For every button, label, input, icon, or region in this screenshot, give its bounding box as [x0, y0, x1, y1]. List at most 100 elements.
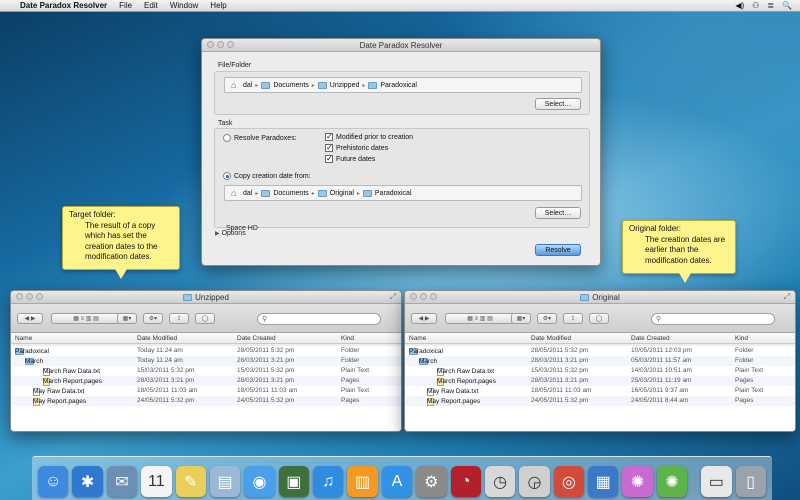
close-icon[interactable]: [410, 293, 417, 300]
table-row[interactable]: ▼ ParadoxicalToday 11:24 am28/05/2011 5:…: [11, 346, 401, 356]
app-swirl2-icon[interactable]: ✺: [656, 466, 688, 497]
view-mode-control[interactable]: ▦ ≡ ▥ ▤: [51, 313, 121, 324]
notes-icon[interactable]: ✎: [175, 466, 206, 497]
fullscreen-icon[interactable]: ⤢: [784, 292, 790, 302]
notification-list-icon[interactable]: ≣: [767, 1, 774, 10]
search-input[interactable]: ⚲: [651, 313, 775, 325]
zoom-icon[interactable]: [227, 41, 234, 48]
column-header-date-modified[interactable]: Date Modified: [137, 335, 177, 342]
safari-icon[interactable]: ✱: [72, 466, 103, 497]
source-path-control[interactable]: ⌂ dal ▸ Documents ▸ Unzipped ▸ Paradoxical: [224, 77, 582, 93]
column-header-date-modified[interactable]: Date Modified: [531, 335, 571, 342]
column-header-date-created[interactable]: Date Created: [631, 335, 670, 342]
action-gear-icon[interactable]: ⚙▾: [537, 313, 557, 324]
menu-window[interactable]: Window: [170, 1, 198, 10]
documents-icon[interactable]: ▭: [701, 466, 732, 497]
back-forward-button[interactable]: ◀ ▶: [411, 313, 437, 324]
file-name: March: [25, 358, 44, 365]
file-kind: Plain Text: [341, 367, 370, 374]
select-original-button[interactable]: Select…: [535, 207, 581, 219]
calendar-icon[interactable]: 11: [141, 466, 172, 497]
settings-icon[interactable]: ⚙: [416, 466, 447, 497]
table-row[interactable]: May Raw Data.txt 18/05/2011 11:03 am 18/05…: [11, 386, 401, 396]
column-header-name[interactable]: Name: [15, 335, 32, 342]
tags-icon[interactable]: ◯: [589, 313, 609, 324]
user-icon[interactable]: ⚇: [752, 1, 759, 10]
mail-icon[interactable]: ✉: [106, 466, 138, 497]
date-modified: 18/05/2011 11:03 am: [137, 387, 198, 394]
search-input[interactable]: ⚲: [257, 313, 381, 325]
table-row[interactable]: May Report.pages 24/05/2011 5:32 pm 24/05/…: [11, 396, 401, 406]
dock-glyph: ◔: [460, 472, 471, 490]
arrange-button[interactable]: ▦▾: [511, 313, 531, 324]
app-lifebuoy-icon[interactable]: ◎: [553, 466, 584, 497]
column-header-kind[interactable]: Kind: [735, 335, 748, 342]
minimize-icon[interactable]: [420, 293, 427, 300]
resolve-paradoxes-radio[interactable]: Resolve Paradoxes:: [223, 134, 297, 142]
table-row[interactable]: March Raw Data.txt 15/03/2011 5:32 pm 14/0…: [405, 366, 795, 376]
appstore-icon[interactable]: A: [381, 466, 413, 497]
app-calendar2-icon[interactable]: ▦: [588, 466, 619, 497]
arrange-button[interactable]: ▦▾: [117, 313, 137, 324]
app-swirl-icon[interactable]: ✺: [622, 466, 653, 497]
app-clock2-icon[interactable]: ◶: [519, 466, 550, 497]
original-path-control[interactable]: ⌂ dal ▸ Documents ▸ Original ▸ Paradoxical: [224, 185, 582, 201]
table-row[interactable]: March Raw Data.txt 15/03/2011 5:32 pm 15/0…: [11, 366, 401, 376]
prehistoric-dates-checkbox[interactable]: ✓ Prehistoric dates: [325, 144, 388, 152]
select-source-button[interactable]: Select…: [535, 98, 581, 110]
copy-creation-date-radio[interactable]: Copy creation date from:: [223, 172, 311, 180]
menu-edit[interactable]: Edit: [144, 1, 158, 10]
zoom-icon[interactable]: [36, 293, 43, 300]
dock-glyph: 11: [148, 472, 165, 490]
share-icon[interactable]: ⇪: [563, 313, 583, 324]
finder-icon[interactable]: ☺: [38, 466, 69, 497]
table-row[interactable]: ▼ Paradoxical28/05/2011 5:32 pm10/05/201…: [405, 346, 795, 356]
zoom-icon[interactable]: [430, 293, 437, 300]
tags-icon[interactable]: ◯: [195, 313, 215, 324]
column-header-name[interactable]: Name: [409, 335, 426, 342]
ibooks-icon[interactable]: ▥: [347, 466, 378, 497]
table-row[interactable]: ▼ March28/03/2011 3:21 pm05/03/2011 11:5…: [405, 356, 795, 366]
window-titlebar[interactable]: Original ⤢: [405, 291, 795, 304]
options-disclosure[interactable]: ▶ Options: [215, 230, 246, 237]
app-clock-icon[interactable]: ◷: [484, 466, 516, 497]
action-gear-icon[interactable]: ⚙▾: [143, 313, 163, 324]
dock-glyph: ◷: [493, 473, 508, 491]
dock-glyph: ✎: [183, 473, 198, 491]
itunes-icon[interactable]: ♫: [313, 466, 344, 497]
view-mode-control[interactable]: ▦ ≡ ▥ ▤: [445, 313, 515, 324]
table-row[interactable]: May Raw Data.txt 18/05/2011 11:03 am 16/05…: [405, 386, 795, 396]
table-row[interactable]: March Report.pages 28/03/2011 3:21 pm 25/0…: [405, 376, 795, 386]
window-title: Date Paradox Resolver: [359, 40, 443, 50]
minimize-icon[interactable]: [217, 41, 224, 48]
task-label: Task: [218, 120, 233, 127]
back-forward-button[interactable]: ◀ ▶: [17, 313, 43, 324]
minimize-icon[interactable]: [26, 293, 33, 300]
menu-help[interactable]: Help: [210, 1, 226, 10]
table-row[interactable]: ▼ MarchToday 11:24 am28/03/2011 3:21 pmF…: [11, 356, 401, 366]
modified-prior-checkbox[interactable]: ✓ Modified prior to creation: [325, 133, 413, 141]
date-modified: 18/05/2011 11:03 am: [531, 387, 592, 394]
share-icon[interactable]: ⇪: [169, 313, 189, 324]
window-titlebar[interactable]: Date Paradox Resolver: [202, 39, 600, 52]
close-icon[interactable]: [16, 293, 23, 300]
column-header-date-created[interactable]: Date Created: [237, 335, 276, 342]
photo-icon[interactable]: ▣: [278, 466, 309, 497]
close-icon[interactable]: [207, 41, 214, 48]
menu-file[interactable]: File: [119, 1, 132, 10]
resolve-button[interactable]: Resolve: [535, 244, 581, 256]
trash-icon[interactable]: ▯: [735, 466, 766, 497]
table-row[interactable]: May Report.pages 24/05/2011 5:32 pm 24/05/…: [405, 396, 795, 406]
column-header-kind[interactable]: Kind: [341, 335, 354, 342]
future-dates-checkbox[interactable]: ✓ Future dates: [325, 155, 375, 163]
app-red-icon[interactable]: ◔: [450, 466, 481, 497]
app-menu[interactable]: Date Paradox Resolver: [20, 1, 107, 10]
preview-icon[interactable]: ▤: [209, 466, 241, 497]
fullscreen-icon[interactable]: ⤢: [390, 292, 396, 302]
messages-icon[interactable]: ◉: [244, 466, 275, 497]
path-item: Paradoxical: [380, 81, 417, 89]
spotlight-icon[interactable]: 🔍: [782, 1, 792, 10]
volume-icon[interactable]: ◀): [735, 1, 744, 10]
table-row[interactable]: March Report.pages 28/03/2011 3:21 pm 28/0…: [11, 376, 401, 386]
window-titlebar[interactable]: Unzipped ⤢: [11, 291, 401, 304]
